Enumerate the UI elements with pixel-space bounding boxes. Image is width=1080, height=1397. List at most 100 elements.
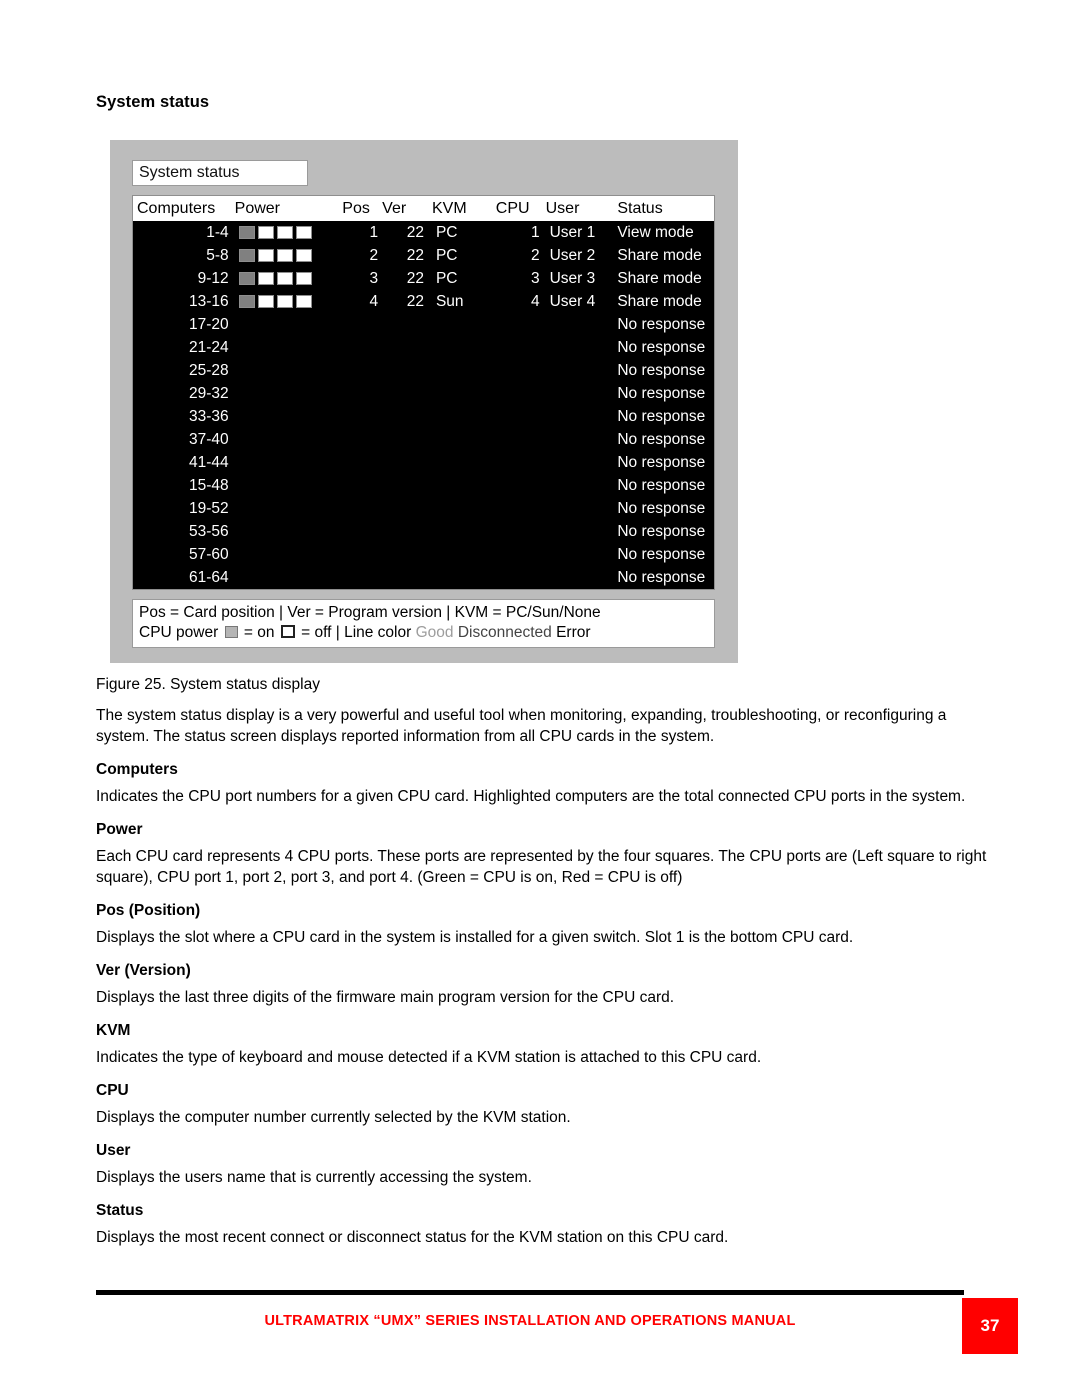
section-paragraph: Each CPU card represents 4 CPU ports. Th… — [96, 848, 987, 886]
cell-computers: 25-28 — [189, 361, 229, 379]
section-paragraph: Displays the most recent connect or disc… — [96, 1229, 729, 1246]
power-indicator — [238, 295, 337, 308]
table-row: 57-60 No response — [133, 543, 714, 566]
cell-cpu: 3 — [530, 269, 540, 287]
section-paragraph: Displays the last three digits of the fi… — [96, 989, 675, 1006]
cell-computers: 15-48 — [189, 476, 229, 494]
column-header-pos: Pos — [342, 199, 370, 217]
legend-line-color-label: | Line color — [335, 624, 412, 641]
status-panel-inner: System status Computers Power Pos Ver KV… — [132, 160, 715, 648]
system-status-figure: System status Computers Power Pos Ver KV… — [110, 140, 738, 663]
column-header-ver: Ver — [382, 199, 407, 217]
section-paragraph: Indicates the CPU port numbers for a giv… — [96, 788, 966, 805]
cell-computers: 5-8 — [206, 246, 229, 264]
table-row: 13-16 4 22 Sun 4 User 4 Share mode — [133, 290, 714, 313]
power-square-2-icon — [257, 295, 274, 308]
cell-power — [229, 295, 337, 308]
power-square-4-icon — [295, 249, 312, 262]
power-square-3-icon — [276, 272, 293, 285]
cell-kvm: PC — [435, 246, 458, 264]
cell-status: No response — [617, 430, 706, 448]
table-row: 25-28 No response — [133, 359, 714, 382]
cell-computers: 37-40 — [189, 430, 229, 448]
cell-kvm: Sun — [435, 292, 464, 310]
intro-paragraph: The system status display is a very powe… — [96, 707, 947, 745]
table-row: 41-44 No response — [133, 451, 714, 474]
cell-computers: 53-56 — [189, 522, 229, 540]
table-row: 61-64 No response — [133, 566, 714, 589]
table-row: 33-36 No response — [133, 405, 714, 428]
section-heading: Power — [96, 821, 143, 838]
column-header-status: Status — [617, 199, 663, 217]
cell-status: No response — [617, 338, 706, 356]
power-square-4-icon — [295, 272, 312, 285]
legend-power-off-swatch — [280, 625, 295, 638]
legend-cpu-power-label: CPU power — [139, 624, 219, 641]
cell-status: Share mode — [617, 246, 702, 264]
legend-power-on-swatch — [224, 626, 238, 638]
section-heading: Status — [96, 1202, 144, 1219]
table-row: 29-32 No response — [133, 382, 714, 405]
table-row: 53-56 No response — [133, 520, 714, 543]
cell-computers: 9-12 — [197, 269, 229, 287]
cell-status: No response — [617, 568, 706, 586]
cell-user: User 1 — [549, 223, 596, 241]
power-square-2-icon — [257, 272, 274, 285]
cell-status: No response — [617, 522, 706, 540]
power-indicator — [238, 272, 337, 285]
cell-cpu: 4 — [530, 292, 540, 310]
page-title: System status — [96, 93, 210, 111]
power-square-1-icon — [238, 272, 255, 285]
figure-caption: Figure 25. System status display — [96, 676, 320, 693]
table-row: 15-48 No response — [133, 474, 714, 497]
cell-ver: 22 — [406, 292, 424, 310]
cell-power — [229, 249, 337, 262]
status-legend: Pos = Card position | Ver = Program vers… — [132, 599, 715, 648]
cell-pos: 2 — [369, 246, 379, 264]
cell-computers: 41-44 — [189, 453, 229, 471]
cell-kvm: PC — [435, 269, 458, 287]
status-table-header: Computers Power Pos Ver KVM CPU User Sta… — [133, 196, 714, 221]
section-paragraph: Indicates the type of keyboard and mouse… — [96, 1049, 762, 1066]
power-square-3-icon — [276, 295, 293, 308]
table-row: 9-12 3 22 PC 3 User 3 Share mode — [133, 267, 714, 290]
cell-ver: 22 — [406, 269, 424, 287]
cell-computers: 17-20 — [189, 315, 229, 333]
cell-status: View mode — [617, 223, 694, 241]
section-heading: CPU — [96, 1082, 129, 1099]
cell-status: Share mode — [617, 269, 702, 287]
footer-divider — [96, 1290, 964, 1295]
cell-user: User 4 — [549, 292, 596, 310]
cell-computers: 61-64 — [189, 568, 229, 586]
power-square-4-icon — [295, 226, 312, 239]
cell-status: No response — [617, 499, 706, 517]
status-window-title: System status — [132, 160, 308, 186]
section-paragraph: Displays the computer number currently s… — [96, 1109, 571, 1126]
power-square-1-icon — [238, 226, 255, 239]
column-header-kvm: KVM — [432, 199, 467, 217]
section-heading: Pos (Position) — [96, 902, 201, 919]
section-paragraph: Displays the users name that is currentl… — [96, 1169, 532, 1186]
cell-computers: 33-36 — [189, 407, 229, 425]
cell-pos: 3 — [369, 269, 379, 287]
cell-kvm: PC — [435, 223, 458, 241]
table-row: 21-24 No response — [133, 336, 714, 359]
power-square-2-icon — [257, 249, 274, 262]
table-row: 17-20 No response — [133, 313, 714, 336]
cell-computers: 29-32 — [189, 384, 229, 402]
power-square-3-icon — [276, 226, 293, 239]
table-row: 37-40 No response — [133, 428, 714, 451]
legend-line-colors: CPU power = on = off | Line color Good D… — [139, 623, 708, 643]
cell-user: User 3 — [549, 269, 596, 287]
power-square-3-icon — [276, 249, 293, 262]
column-header-power: Power — [234, 199, 281, 217]
legend-power-on-label: = on — [243, 624, 275, 641]
footer-title: ULTRAMATRIX “UMX” SERIES INSTALLATION AN… — [264, 1313, 796, 1329]
power-square-1-icon — [238, 295, 255, 308]
table-row: 5-8 2 22 PC 2 User 2 Share mode — [133, 244, 714, 267]
cell-status: Share mode — [617, 292, 702, 310]
power-indicator — [238, 226, 337, 239]
cell-computers: 1-4 — [206, 223, 229, 241]
cell-status: No response — [617, 476, 706, 494]
page-number-badge: 37 — [962, 1298, 1018, 1354]
